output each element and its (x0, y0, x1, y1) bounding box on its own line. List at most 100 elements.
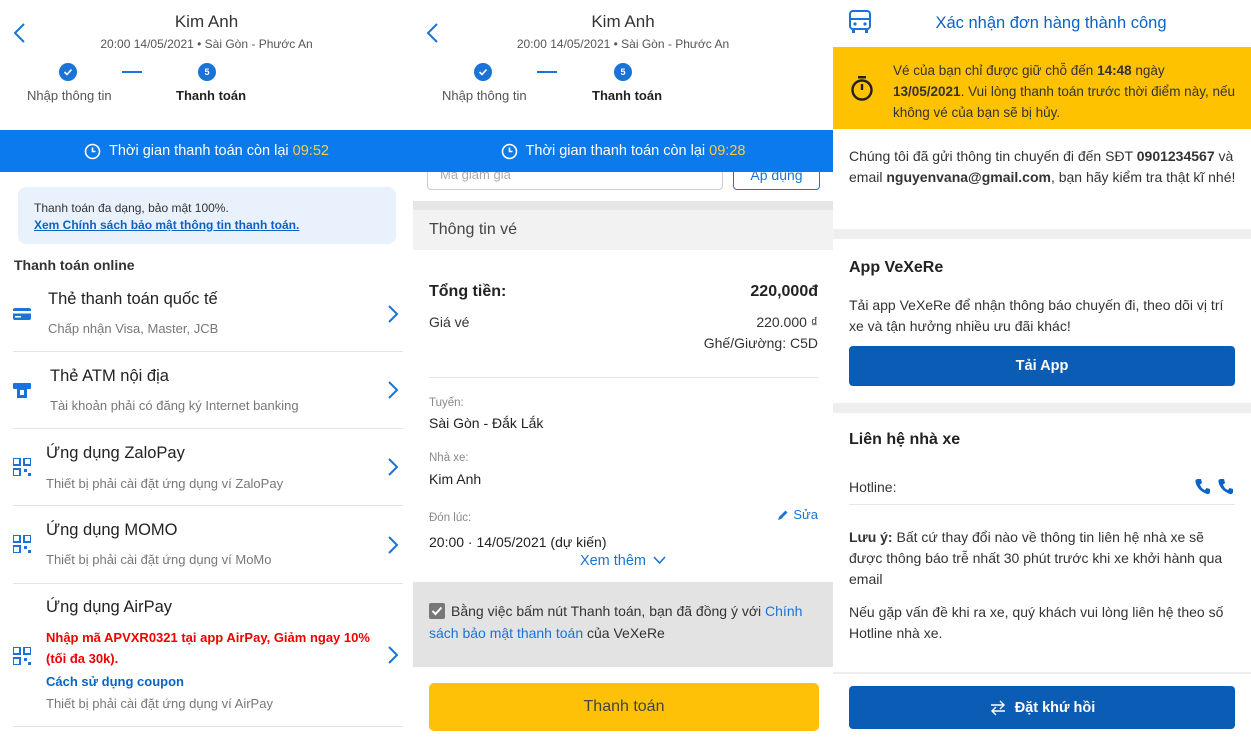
header: Kim Anh 20:00 14/05/2021 • Sài Gòn - Phư… (413, 0, 833, 130)
step-current: 5 (614, 63, 632, 81)
qr-icon (13, 458, 31, 476)
seat-info: Ghế/Giường: C5D (703, 335, 818, 351)
divider (429, 377, 818, 378)
operator-label: Nhà xe: (429, 452, 469, 464)
agree-tail: của VeXeRe (587, 625, 665, 641)
operator-title: Kim Anh (174, 12, 239, 31)
price-label: Giá vé (429, 314, 470, 330)
trip-subtitle: 20:00 14/05/2021 • Sài Gòn - Phước An (516, 37, 730, 51)
contact-heading: Liên hệ nhà xe (849, 431, 961, 448)
chevron-right-icon (388, 458, 399, 476)
chevron-right-icon (388, 381, 399, 399)
method-desc: Thiết bị phải cài đặt ứng dụng ví MoMo (46, 552, 272, 567)
download-app-button[interactable]: Tải App (849, 346, 1235, 386)
hold-time: 14:48 (1097, 63, 1132, 78)
contact-note: Lưu ý: Bất cứ thay đổi nào về thông tin … (849, 527, 1237, 590)
privacy-policy-link[interactable]: Xem Chính sách bảo mật thông tin thanh t… (34, 217, 380, 234)
step-label-info: Nhập thông tin (442, 88, 527, 103)
step-connector (122, 71, 142, 73)
agree-text: Bằng việc bấm nút Thanh toán, bạn đã đồn… (451, 603, 762, 619)
method-name: Ứng dụng MOMO (46, 521, 178, 539)
see-more-label: Xem thêm (579, 553, 647, 569)
pickup-label: Đón lúc: (429, 512, 472, 524)
chevron-right-icon (388, 305, 399, 323)
payment-method-intl-card[interactable]: Thẻ thanh toán quốc tế Chấp nhận Visa, M… (13, 276, 403, 352)
method-desc: Thiết bị phải cài đặt ứng dụng ví AirPay (46, 696, 273, 711)
header: Kim Anh 20:00 14/05/2021 • Sài Gòn - Phư… (0, 0, 413, 130)
divider (849, 504, 1235, 505)
step-done-check-icon (474, 63, 492, 81)
divider (833, 403, 1251, 413)
ticket-summary-screen: Mã giảm giá Áp dụng Kim Anh 20:00 14/05/… (413, 0, 833, 738)
timer-value: 09:52 (292, 143, 329, 159)
price-value: 220.000 ₫ (756, 314, 818, 330)
pay-button[interactable]: Thanh toán (429, 683, 819, 731)
payment-methods-screen: Kim Anh 20:00 14/05/2021 • Sài Gòn - Phư… (0, 0, 413, 738)
method-desc: Chấp nhận Visa, Master, JCB (48, 321, 219, 336)
method-desc: Thiết bị phải cài đặt ứng dụng ví ZaloPa… (46, 476, 284, 491)
divider (833, 229, 1251, 239)
trip-subtitle: 20:00 14/05/2021 • Sài Gòn - Phước An (100, 37, 313, 51)
step-done-check-icon (59, 63, 77, 81)
payment-method-atm[interactable]: Thẻ ATM nội địa Tài khoản phải có đăng k… (13, 352, 403, 429)
divider (833, 672, 1251, 674)
email-address: nguyenvana@gmail.com (886, 169, 1051, 185)
step-connector (537, 71, 557, 73)
method-name: Thẻ ATM nội địa (50, 367, 169, 385)
pencil-icon (778, 510, 788, 520)
online-payment-heading: Thanh toán online (14, 257, 135, 273)
total-value: 220,000đ (750, 283, 818, 300)
timer-text: Thời gian thanh toán còn lại (109, 143, 289, 159)
step-current: 5 (198, 63, 216, 81)
timer-value: 09:28 (709, 143, 746, 159)
route-value: Sài Gòn - Đắk Lắk (429, 415, 544, 431)
edit-label: Sửa (793, 507, 818, 522)
payment-method-momo[interactable]: Ứng dụng MOMO Thiết bị phải cài đặt ứng … (13, 506, 403, 584)
security-notice: Thanh toán đa dạng, bảo mật 100%. Xem Ch… (18, 187, 396, 244)
warn-pre: Vé của bạn chỉ được giữ chỗ đến (893, 63, 1094, 78)
confirmation-title: Xác nhận đơn hàng thành công (935, 14, 1167, 32)
clock-icon (84, 143, 101, 159)
sent-pre: Chúng tôi đã gửi thông tin chuyến đi đến… (849, 148, 1133, 164)
atm-icon (13, 383, 31, 398)
qr-icon (13, 647, 31, 665)
edit-pickup-button[interactable]: Sửa (777, 507, 818, 522)
hotline-label: Hotline: (849, 479, 897, 495)
see-more-button[interactable]: Xem thêm (413, 553, 833, 569)
credit-card-icon (13, 308, 31, 320)
step-label-payment: Thanh toán (592, 88, 663, 103)
note-text: Bất cứ thay đổi nào về thông tin liên hệ… (849, 529, 1223, 587)
issue-note: Nếu gặp vấn đề khi ra xe, quý khách vui … (849, 604, 1224, 641)
airpay-promo: Nhập mã APVXR0321 tại app AirPay, Giảm n… (46, 630, 370, 666)
timer-text: Thời gian thanh toán còn lại (525, 143, 706, 159)
sent-post: , bạn hãy kiểm tra thật kĩ nhé! (1050, 169, 1236, 185)
app-description: Tải app VeXeRe để nhận thông báo chuyến … (849, 297, 1224, 334)
terms-agreement: Bằng việc bấm nút Thanh toán, bạn đã đồn… (413, 582, 833, 667)
step-label-payment: Thanh toán (176, 88, 247, 103)
chevron-down-icon (653, 556, 666, 565)
ticket-info-heading: Thông tin vé (413, 210, 833, 250)
note-label: Lưu ý: (849, 529, 893, 545)
divider (413, 201, 833, 210)
stopwatch-icon (851, 76, 873, 101)
phone-icon[interactable] (1218, 478, 1233, 495)
step-label-info: Nhập thông tin (27, 88, 112, 103)
method-name: Ứng dụng AirPay (46, 598, 173, 616)
book-return-button[interactable]: Đặt khứ hồi (849, 686, 1235, 729)
coupon-howto-link[interactable]: Cách sử dụng coupon (46, 674, 184, 689)
payment-method-zalopay[interactable]: Ứng dụng ZaloPay Thiết bị phải cài đặt ứ… (13, 429, 403, 506)
payment-timer: Thời gian thanh toán còn lại 09:52 (0, 130, 413, 172)
agree-checkbox[interactable] (429, 603, 445, 619)
operator-title: Kim Anh (591, 12, 655, 31)
warn-mid: ngày (1135, 63, 1165, 78)
phone-number: 0901234567 (1136, 148, 1215, 164)
payment-timer: Thời gian thanh toán còn lại 09:28 (413, 130, 833, 172)
confirmation-header: Xác nhận đơn hàng thành công (833, 0, 1251, 46)
payment-method-airpay[interactable]: Ứng dụng AirPay Nhập mã APVXR0321 tại ap… (13, 584, 403, 727)
chevron-right-icon (388, 536, 399, 554)
phone-icon[interactable] (1195, 478, 1210, 495)
app-heading: App VeXeRe (849, 259, 944, 276)
hold-date: 13/05/2021 (893, 84, 961, 99)
qr-icon (13, 535, 31, 553)
route-label: Tuyến: (429, 397, 464, 409)
